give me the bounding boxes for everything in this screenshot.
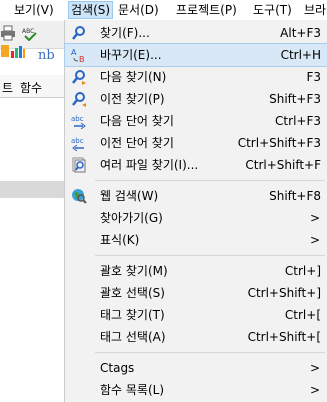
menu-item-find-brace[interactable]: 괄호 찾기(M) Ctrl+] (65, 260, 327, 282)
menu-item-find-tag[interactable]: 태그 찾기(T) Ctrl+[ (65, 304, 327, 326)
menu-item-find[interactable]: 찾기(F)... Alt+F3 (65, 22, 327, 44)
menu-bar: 보기(V) 검색(S) 문서(D) 프로젝트(P) 도구(T) 브라 (0, 0, 327, 21)
menu-item-web-search[interactable]: 웹 검색(W) Shift+F8 (65, 185, 327, 207)
find-next-icon (71, 69, 87, 85)
find-in-files-icon (71, 157, 87, 173)
menu-view[interactable]: 보기(V) (14, 2, 54, 18)
menu-item-select-brace[interactable]: 괄호 선택(S) Ctrl+Shift+] (65, 282, 327, 304)
menu-item-replace[interactable]: AB 바꾸기(E)... Ctrl+H (64, 43, 327, 67)
menu-item-find-previous[interactable]: 이전 찾기(P) Shift+F3 (65, 88, 327, 110)
spellcheck-icon[interactable]: ABC (22, 25, 38, 42)
toolbar: ABC nb (0, 21, 64, 63)
tab-functions[interactable]: 함수 (20, 79, 42, 96)
find-previous-icon (71, 91, 87, 107)
find-previous-word-icon: abc (71, 135, 87, 152)
find-next-word-icon: abc (71, 113, 87, 130)
svg-text:A: A (71, 48, 77, 57)
replace-icon: AB (71, 47, 87, 64)
web-search-icon (71, 188, 87, 204)
chevron-right-icon: > (309, 211, 320, 225)
menu-separator (95, 352, 325, 353)
svg-text:B: B (79, 55, 85, 63)
chevron-right-icon: > (309, 361, 320, 375)
tab-partial[interactable]: 트 (2, 79, 13, 96)
menu-browser[interactable]: 브라 (304, 2, 326, 18)
chevron-right-icon: > (309, 383, 320, 397)
menu-item-find-next-word[interactable]: abc 다음 단어 찾기 Ctrl+F3 (65, 110, 327, 132)
menu-search[interactable]: 검색(S) (67, 1, 114, 19)
menu-separator (95, 255, 325, 256)
menu-separator (95, 180, 325, 181)
toolbar-text[interactable]: nb (38, 48, 55, 63)
menu-item-find-previous-word[interactable]: abc 이전 단어 찾기 Ctrl+Shift+F3 (65, 132, 327, 154)
svg-text:abc: abc (71, 137, 84, 145)
chevron-right-icon: > (309, 233, 320, 247)
svg-text:ABC: ABC (22, 28, 34, 35)
print-icon[interactable] (0, 25, 16, 41)
svg-text:abc: abc (71, 115, 84, 123)
menu-item-goto[interactable]: 찾아가기(G) > (65, 207, 327, 229)
menu-item-bookmark[interactable]: 표식(K) > (65, 229, 327, 251)
panel-tabs: 트 함수 (0, 75, 64, 98)
menu-item-select-tag[interactable]: 태그 선택(A) Ctrl+Shift+[ (65, 326, 327, 348)
bold-icon[interactable] (0, 43, 16, 59)
menu-project[interactable]: 프로젝트(P) (176, 2, 237, 18)
search-icon (71, 25, 87, 41)
menu-item-function-list[interactable]: 함수 목록(L) > (65, 379, 327, 401)
menu-item-find-next[interactable]: 다음 찾기(N) F3 (65, 66, 327, 88)
menu-item-ctags[interactable]: Ctags > (65, 357, 327, 379)
menu-document[interactable]: 문서(D) (118, 2, 159, 18)
menu-item-find-in-files[interactable]: 여러 파일 찾기(I)... Ctrl+Shift+F (65, 154, 327, 176)
selected-row (0, 181, 64, 198)
search-menu-dropdown: 찾기(F)... Alt+F3 AB 바꾸기(E)... Ctrl+H 다음 찾… (64, 20, 327, 402)
menu-tools[interactable]: 도구(T) (253, 2, 292, 18)
